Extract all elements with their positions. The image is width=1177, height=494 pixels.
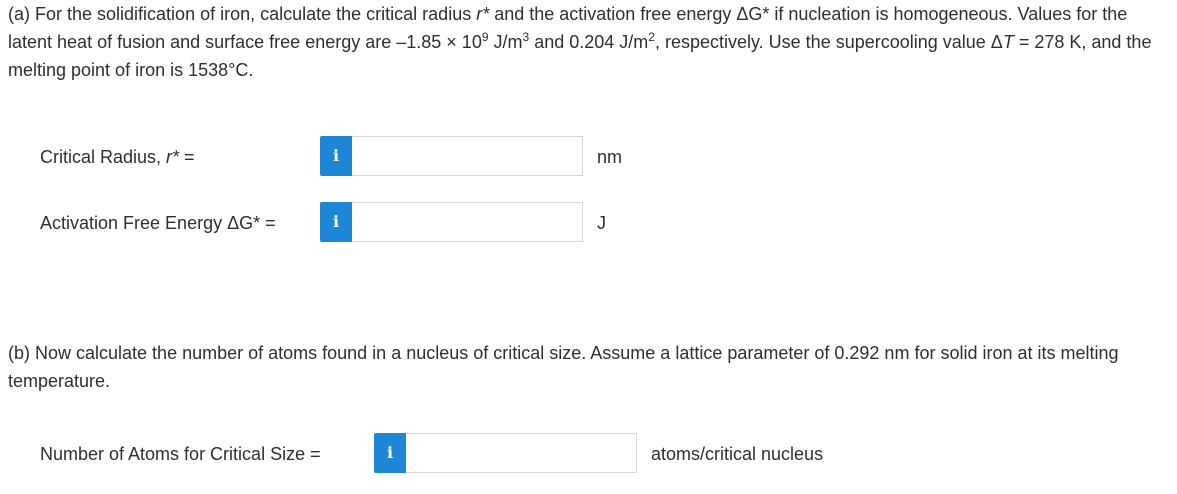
number-of-atoms-label: Number of Atoms for Critical Size = [40,444,321,464]
part-a-text-3: J/m [488,32,523,52]
part-a-text-1: (a) For the solidification of iron, calc… [8,4,477,24]
part-a-text-4: and 0.204 J/m [529,32,649,52]
critical-radius-input[interactable] [352,136,583,176]
info-icon[interactable]: i [320,136,352,176]
critical-radius-label-prefix: Critical Radius, [40,147,167,167]
info-icon[interactable]: i [374,433,406,473]
critical-radius-label-suffix: = [179,147,195,167]
number-of-atoms-unit: atoms/critical nucleus [651,444,824,464]
critical-radius-row: Critical Radius, r* = i nm [0,136,1177,178]
part-a-t-symbol: T [1002,32,1014,52]
number-of-atoms-input[interactable] [406,433,637,473]
activation-energy-unit: J [597,213,606,233]
activation-energy-row: Activation Free Energy ΔG* = i J [0,202,1177,244]
info-icon[interactable]: i [320,202,352,242]
question-part-a: (a) For the solidification of iron, calc… [8,0,1168,84]
critical-radius-unit: nm [597,147,623,167]
activation-energy-input[interactable] [352,202,583,242]
critical-radius-label: Critical Radius, r* = [40,136,195,178]
question-part-b: (b) Now calculate the number of atoms fo… [8,343,1119,391]
activation-energy-label: Activation Free Energy ΔG* = [40,213,276,233]
part-a-exponent-2: 2 [648,30,655,44]
number-of-atoms-row: Number of Atoms for Critical Size = i at… [0,433,1177,475]
part-a-exponent-9: 9 [481,30,489,44]
critical-radius-label-symbol: r* [166,147,180,167]
part-a-text-5: , respectively. Use the supercooling val… [654,32,1003,52]
part-a-r-symbol: r* [476,4,490,24]
